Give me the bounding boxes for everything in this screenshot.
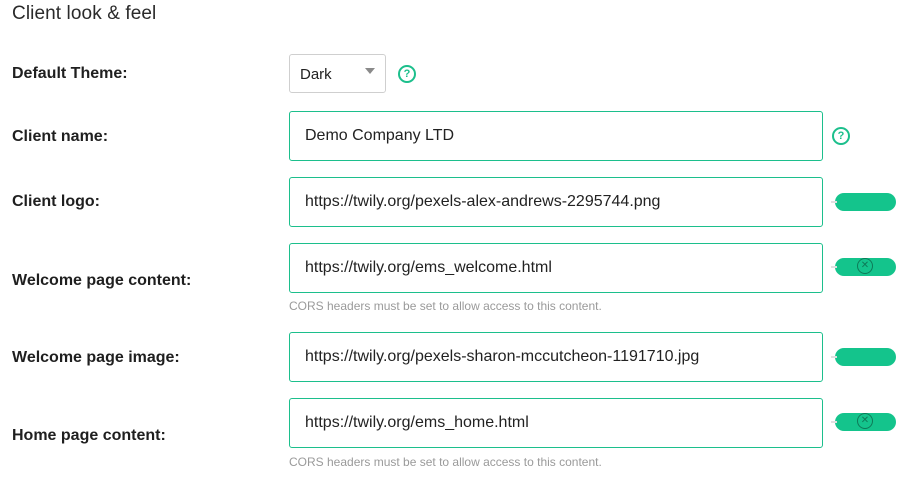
- default-theme-value: Dark: [300, 66, 332, 83]
- client-logo-input[interactable]: [289, 177, 823, 227]
- client-logo-label: Client logo:: [12, 193, 100, 210]
- default-theme-select[interactable]: Dark: [289, 54, 386, 93]
- welcome-page-image-input[interactable]: [289, 332, 823, 382]
- welcome-page-content-input[interactable]: [289, 243, 823, 293]
- welcome-page-content-hint: CORS headers must be set to allow access…: [289, 299, 602, 313]
- welcome-page-content-toggle[interactable]: ✕: [831, 258, 896, 276]
- welcome-page-content-label: Welcome page content:: [12, 272, 192, 289]
- welcome-page-image-toggle[interactable]: [831, 348, 896, 366]
- clear-circle-icon[interactable]: ✕: [857, 258, 873, 274]
- home-page-content-toggle[interactable]: ✕: [831, 413, 896, 431]
- home-page-content-hint: CORS headers must be set to allow access…: [289, 455, 602, 469]
- home-page-content-input[interactable]: [289, 398, 823, 448]
- section-title: Client look & feel: [12, 3, 157, 24]
- chevron-down-icon: [365, 68, 375, 74]
- welcome-page-image-label: Welcome page image:: [12, 349, 180, 366]
- help-icon[interactable]: ?: [398, 65, 416, 83]
- help-icon[interactable]: ?: [832, 127, 850, 145]
- client-name-label: Client name:: [12, 128, 109, 145]
- home-page-content-label: Home page content:: [12, 427, 166, 444]
- client-name-input[interactable]: [289, 111, 823, 161]
- client-logo-toggle[interactable]: [831, 193, 896, 211]
- clear-circle-icon[interactable]: ✕: [857, 413, 873, 429]
- default-theme-label: Default Theme:: [12, 65, 128, 82]
